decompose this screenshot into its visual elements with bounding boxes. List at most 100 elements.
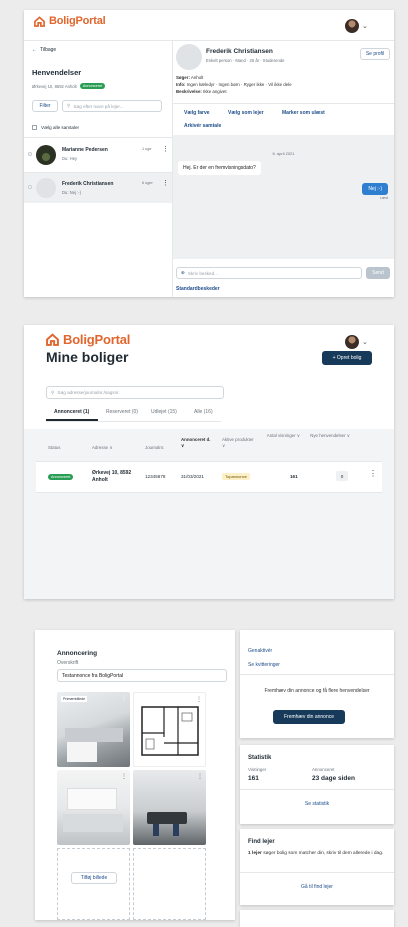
more-options-icon[interactable]: ⋮ [121,695,127,702]
choose-tenant-link[interactable]: Vælg som lejer [228,110,264,116]
photo-tile-dining[interactable]: ⋮ [133,770,206,845]
floorplan-icon [141,706,199,756]
send-button[interactable]: Send [366,267,390,279]
conversation-item-selected[interactable]: Frederik Christiansen Du: Nej :-) 6 uger… [24,173,172,203]
attachment-icon[interactable]: ⊕ [181,270,185,276]
find-tenant-link[interactable]: Gå til find lejer [240,884,394,890]
chevron-down-icon: ⌄ [362,339,368,346]
see-profile-button[interactable]: Se profil [360,48,390,60]
user-menu[interactable]: ⌄ [345,19,368,33]
column-header[interactable]: Antal visninger ∨ [266,433,300,439]
outgoing-message: Nej :-) [362,183,388,195]
profile-avatar [176,44,202,70]
mark-unread-link[interactable]: Marker som ulæst [282,110,325,116]
select-all[interactable]: Vælg alle samtaler [32,125,79,130]
chat-area: 6. april 2021 Hej. Er der en fremvisning… [173,135,394,259]
filter-button[interactable]: Filter [32,100,58,112]
receipts-link[interactable]: Se kvitteringer [248,662,280,668]
conversation-name: Frederik Christiansen [62,181,114,187]
archive-link[interactable]: Arkivér samtale [184,123,221,129]
more-options-icon[interactable]: ⋮ [197,773,203,780]
promote-button[interactable]: Fremhæv din annonce [273,710,345,724]
checkbox[interactable] [32,125,37,130]
new-inquiries-cell[interactable]: 0 [336,471,348,481]
column-header[interactable]: Aktive produkter ∨ [222,437,258,449]
avatar [36,145,56,165]
incoming-message: Hej. Er der en fremvisningsdato? [178,161,261,175]
photo-tile-kitchen[interactable]: ⋮ [57,770,130,845]
product-badge: Topannonce [222,473,250,480]
brand-name: BoligPortal [63,332,131,347]
page-title: Mine boliger [46,349,129,365]
more-options-icon[interactable]: ⋮ [369,469,377,478]
more-options-icon[interactable]: ⋮ [162,145,169,153]
status-badge: Annonceret [48,474,74,480]
message-input[interactable]: ⊕ Skriv besked... [176,267,362,279]
radio[interactable] [28,152,32,156]
more-options-icon[interactable]: ⋮ [162,179,169,187]
chat-date: 6. april 2021 [272,151,295,156]
search-icon: ⚲ [51,389,55,395]
user-menu[interactable]: ⌄ [345,335,368,349]
promo-text: Fremhæv din annonce og få flere henvende… [264,688,370,694]
headline-input[interactable]: Testannonce fra BoligPortal [57,669,227,682]
brand-logo[interactable]: BoligPortal [34,15,106,27]
date-cell: 31/03/2021 [181,474,204,479]
conversation-name: Marianne Pedersen [62,147,108,153]
more-options-icon[interactable]: ⋮ [196,696,202,703]
brand-logo[interactable]: BoligPortal [46,332,130,347]
column-header[interactable]: Journalnr. [145,445,164,450]
actions-card: Genaktivér Se kvitteringer Fremhæv din a… [240,630,394,738]
card-stub [240,910,394,927]
views-cell: 161 [290,474,298,479]
add-image-button[interactable]: Tilføj billede [71,872,117,884]
standard-messages-link[interactable]: Standardbeskeder [176,286,220,292]
avatar [36,178,56,198]
column-header[interactable]: Adresse ∨ [92,445,113,451]
house-logo-icon [34,15,45,27]
profile-sub: Enkelt person · Mand · 25 år · Studerend… [206,58,285,63]
choose-color-link[interactable]: Vælg farve [184,110,210,116]
see-statistics-link[interactable]: Se statistik [240,801,394,807]
chevron-down-icon: ⌄ [362,23,368,30]
read-receipt: Læst [380,196,388,200]
conversation-time: 1 uge [142,147,152,151]
messages-panel: BoligPortal ⌄ ← Tilbage Henvendelser Ørke… [24,10,394,297]
arrow-left-icon: ← [32,47,37,53]
radio[interactable] [28,185,32,189]
conversation-preview: Du: Hey [62,156,78,161]
views-value: 161 [248,775,259,782]
address-text: Ørkevej 10, 8592 Anholt [32,83,77,89]
column-header[interactable]: Status [48,445,60,450]
create-listing-button[interactable]: + Opret bolig [322,351,372,365]
house-logo-icon [46,333,59,346]
ad-editor-panel: Annoncering Overskrift Testannonce fra B… [35,630,235,920]
primary-tag: Primærbillede [61,696,88,702]
tab-annonceret[interactable]: Annonceret (1) [54,409,89,415]
search-input[interactable]: ⚲ Søg efter navn på lejer... [62,100,162,112]
more-options-icon[interactable]: ⋮ [121,773,127,780]
conversation-item[interactable]: Marianne Pedersen Du: Hey 1 uge ⋮ [24,138,172,172]
tab-reserveret[interactable]: Reserveret (0) [106,409,138,415]
ads-value: 23 dage siden [312,775,355,782]
table-area: Status Adresse ∨ Journalnr. Annonceret d… [24,429,394,599]
page-title: Henvendelser [32,68,82,77]
search-input[interactable]: ⚲ Søg adresse/journalnr./sagsnr. [46,386,224,399]
address-cell[interactable]: Ørkevej 10, 8592 Anholt [92,470,138,484]
column-header[interactable]: Annonceret d. ∨ [181,437,211,449]
profile-details: Søger: Anholt Info: Ingen kæledyr · Inge… [176,75,292,94]
stats-title: Statistik [248,755,272,761]
back-link[interactable]: ← Tilbage [32,47,56,53]
find-tenant-card: Find lejer 1 lejer søger bolig som match… [240,829,394,905]
profile-name: Frederik Christiansen [206,48,273,55]
reactivate-link[interactable]: Genaktivér [248,648,272,654]
photo-tile-primary[interactable]: Primærbillede ⋮ [57,692,130,767]
headline-label: Overskrift [57,660,79,666]
table-row[interactable]: Annonceret Ørkevej 10, 8592 Anholt 12345… [36,461,382,493]
column-header[interactable]: Nye henvendelser ∨ [310,433,350,439]
tab-udlejet[interactable]: Udlejet (15) [151,409,177,415]
find-text: 1 lejer søger bolig som matcher din, skr… [248,851,384,856]
ads-label: Annonceret [312,767,335,772]
photo-tile-floorplan[interactable]: ⋮ [133,692,206,767]
tab-alle[interactable]: Alle (16) [194,409,213,415]
